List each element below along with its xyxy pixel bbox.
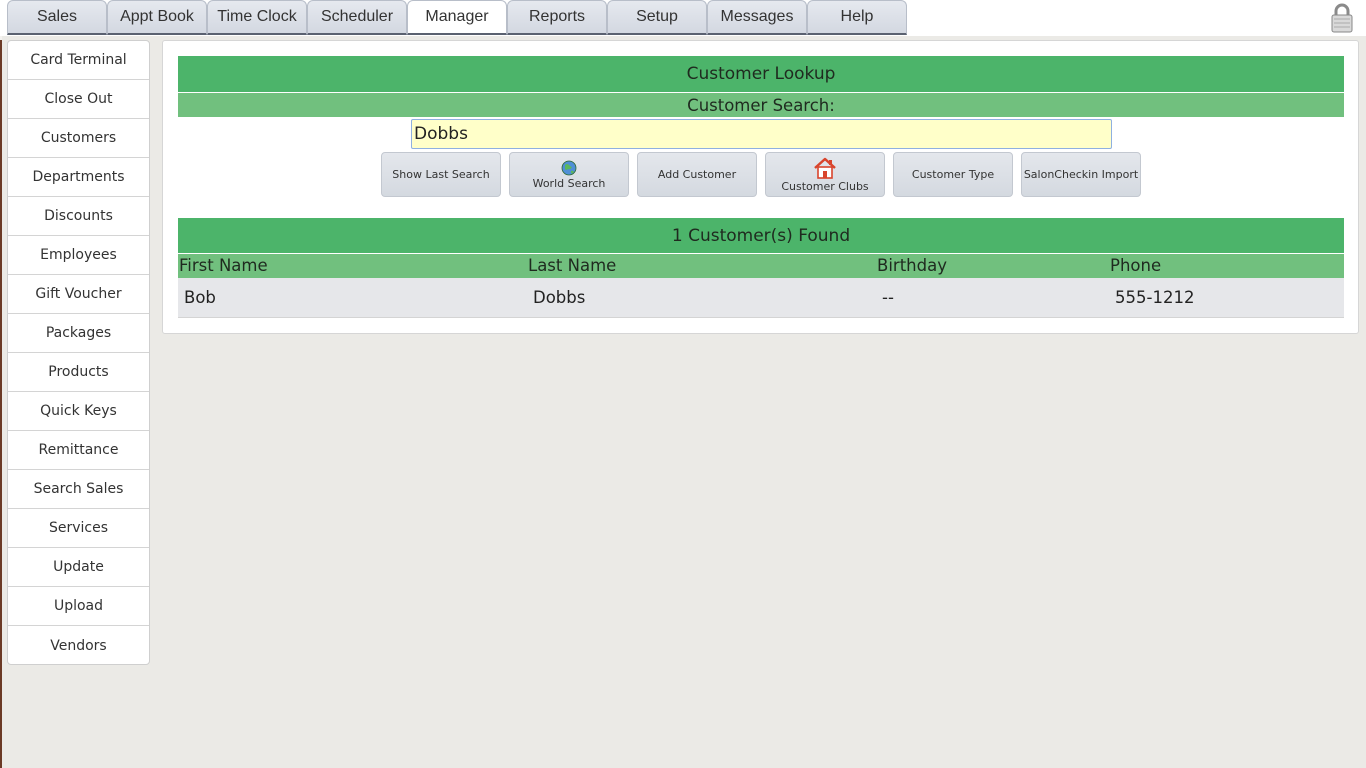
globe-icon (561, 160, 577, 175)
cell-phone: 555-1212 (1115, 288, 1195, 307)
tab-appt-book[interactable]: Appt Book (107, 0, 207, 35)
sidebar-item-search-sales[interactable]: Search Sales (8, 470, 149, 509)
tab-manager[interactable]: Manager (407, 0, 507, 35)
sidebar-item-close-out[interactable]: Close Out (8, 80, 149, 119)
tab-sales[interactable]: Sales (7, 0, 107, 35)
sidebar-item-departments[interactable]: Departments (8, 158, 149, 197)
sidebar-item-discounts[interactable]: Discounts (8, 197, 149, 236)
sidebar-item-update[interactable]: Update (8, 548, 149, 587)
column-header-first-name[interactable]: First Name (179, 254, 268, 278)
show-last-search-label: Show Last Search (392, 168, 490, 181)
results-column-header-bar (178, 254, 1344, 278)
tab-setup[interactable]: Setup (607, 0, 707, 35)
customer-type-button[interactable]: Customer Type (893, 152, 1013, 197)
tab-scheduler[interactable]: Scheduler (307, 0, 407, 35)
manager-sidebar: Card Terminal Close Out Customers Depart… (7, 40, 150, 665)
customer-lookup-title: Customer Lookup (178, 56, 1344, 92)
customer-search-input[interactable] (411, 119, 1112, 149)
sidebar-item-remittance[interactable]: Remittance (8, 431, 149, 470)
sidebar-item-upload[interactable]: Upload (8, 587, 149, 626)
cell-last-name: Dobbs (533, 288, 586, 307)
lookup-button-row: Show Last Search World Search Add Custom… (381, 152, 1141, 197)
sidebar-item-products[interactable]: Products (8, 353, 149, 392)
column-header-birthday[interactable]: Birthday (877, 254, 947, 278)
column-header-last-name[interactable]: Last Name (528, 254, 616, 278)
sidebar-item-services[interactable]: Services (8, 509, 149, 548)
tab-messages[interactable]: Messages (707, 0, 807, 35)
show-last-search-button[interactable]: Show Last Search (381, 152, 501, 197)
saloncheckin-import-label: SalonCheckin Import (1023, 168, 1139, 181)
table-row[interactable]: Bob Dobbs -- 555-1212 (178, 278, 1344, 318)
column-header-phone[interactable]: Phone (1110, 254, 1161, 278)
sidebar-item-employees[interactable]: Employees (8, 236, 149, 275)
customer-lookup-panel: Customer Lookup Customer Search: Show La… (162, 40, 1359, 334)
tab-time-clock[interactable]: Time Clock (207, 0, 307, 35)
sidebar-item-gift-voucher[interactable]: Gift Voucher (8, 275, 149, 314)
sidebar-item-customers[interactable]: Customers (8, 119, 149, 158)
world-search-label: World Search (532, 176, 606, 190)
world-search-button[interactable]: World Search (509, 152, 629, 197)
saloncheckin-import-button[interactable]: SalonCheckin Import (1021, 152, 1141, 197)
sidebar-item-vendors[interactable]: Vendors (8, 626, 149, 664)
window-edge (0, 0, 2, 768)
sidebar-item-quick-keys[interactable]: Quick Keys (8, 392, 149, 431)
house-icon (814, 157, 836, 179)
customer-type-label: Customer Type (911, 168, 995, 181)
sidebar-item-card-terminal[interactable]: Card Terminal (8, 41, 149, 80)
top-bar: Sales Appt Book Time Clock Scheduler Man… (0, 0, 1366, 36)
customer-search-label: Customer Search: (178, 93, 1344, 117)
customer-clubs-label: Customer Clubs (781, 179, 869, 193)
add-customer-button[interactable]: Add Customer (637, 152, 757, 197)
tab-help[interactable]: Help (807, 0, 907, 35)
sidebar-item-packages[interactable]: Packages (8, 314, 149, 353)
cell-first-name: Bob (184, 288, 216, 307)
cell-birthday: -- (882, 288, 894, 307)
main-tabs: Sales Appt Book Time Clock Scheduler Man… (7, 0, 907, 35)
customer-clubs-button[interactable]: Customer Clubs (765, 152, 885, 197)
padlock-icon[interactable] (1330, 2, 1354, 33)
add-customer-label: Add Customer (657, 168, 737, 181)
tab-reports[interactable]: Reports (507, 0, 607, 35)
results-count-title: 1 Customer(s) Found (178, 218, 1344, 253)
